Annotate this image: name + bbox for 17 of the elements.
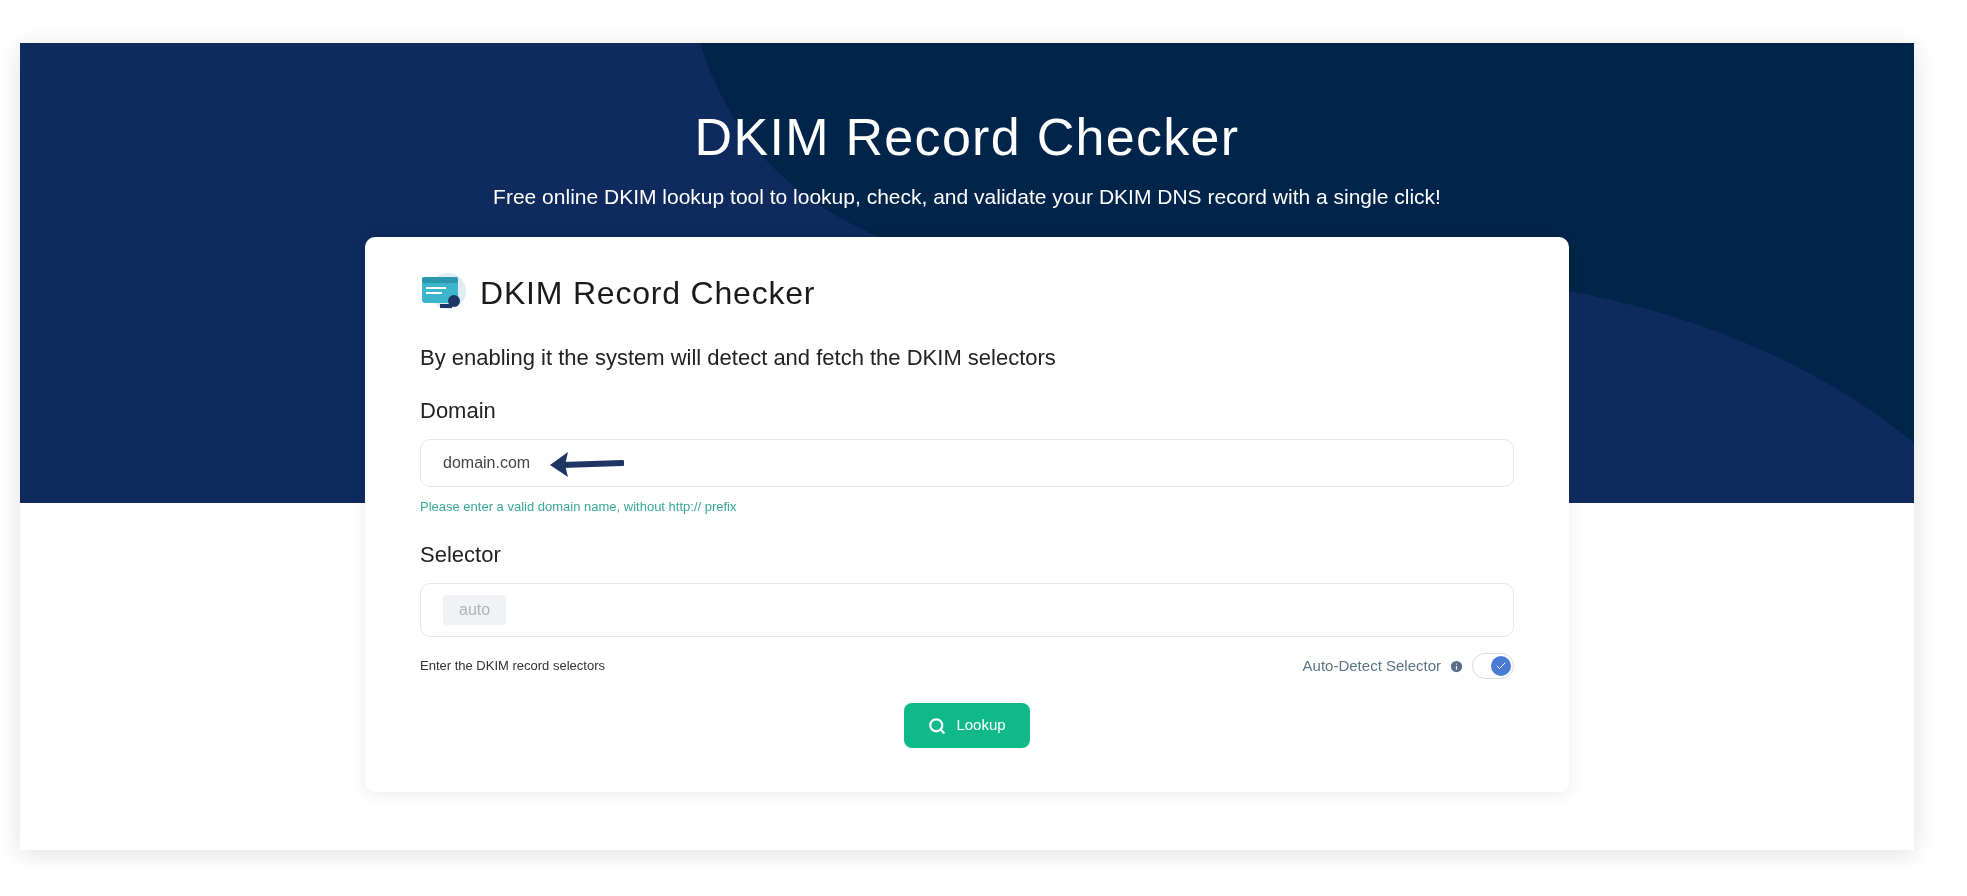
info-icon[interactable] xyxy=(1449,658,1464,674)
domain-field[interactable]: domain.com xyxy=(420,438,1514,487)
page-title: DKIM Record Checker xyxy=(694,107,1240,168)
auto-detect-label: Auto-Detect Selector xyxy=(1302,655,1441,676)
auto-detect-toggle[interactable] xyxy=(1472,653,1514,679)
card-title: DKIM Record Checker xyxy=(480,273,816,313)
selector-label: Selector xyxy=(420,541,502,569)
selector-field[interactable]: auto xyxy=(420,583,1514,637)
page-subtitle: Free online DKIM lookup tool to lookup, check, and validate your DKIM DNS record with a single click! xyxy=(493,184,1441,210)
lookup-button[interactable]: Lookup xyxy=(904,703,1030,748)
check-icon xyxy=(1495,660,1507,672)
selector-tag: auto xyxy=(443,595,507,625)
selector-hint: Enter the DKIM record selectors xyxy=(420,657,605,676)
domain-hint: Please enter a valid domain name, without http:// prefix xyxy=(420,497,738,516)
search-icon xyxy=(928,716,947,735)
card-description: By enabling it the system will detect and fetch the DKIM selectors xyxy=(420,343,1057,372)
domain-label: Domain xyxy=(420,396,497,425)
